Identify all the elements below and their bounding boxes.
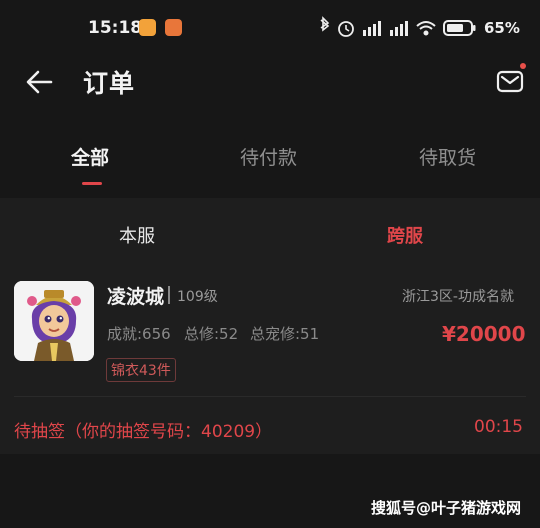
status-bar: 15:18 65%: [0, 0, 540, 56]
countdown-timer: 00:15: [474, 417, 523, 437]
character-name: 凌波城: [107, 286, 165, 308]
stat-pet-cultivation: 总宠修:51: [250, 325, 320, 343]
status-icons: [320, 16, 476, 37]
notification-app-icon-2: [165, 19, 182, 36]
wifi-icon: [416, 21, 436, 36]
outfit-count-badge: 锦衣43件: [106, 358, 176, 382]
page-title: 订单: [83, 69, 136, 98]
name-separator: [168, 286, 170, 304]
signal-icon-2: [390, 21, 408, 36]
character-level: 109级: [177, 289, 218, 305]
stat-achievement: 成就:656: [107, 325, 171, 343]
stat-cultivation: 总修:52: [184, 325, 239, 343]
tab-pending-payment[interactable]: 待付款: [240, 143, 297, 170]
tab-pending-pickup[interactable]: 待取货: [419, 143, 476, 170]
segment-local-server[interactable]: 本服: [119, 222, 155, 248]
battery-percent: 65%: [484, 19, 520, 37]
tab-all[interactable]: 全部: [71, 143, 109, 170]
battery-icon: [443, 20, 476, 36]
divider: [14, 396, 526, 397]
back-arrow-icon[interactable]: [24, 66, 56, 98]
message-icon[interactable]: [495, 66, 525, 96]
server-name: 浙江3区-功成名就: [402, 289, 514, 305]
bluetooth-icon: [320, 16, 330, 32]
signal-icon: [363, 21, 381, 36]
unread-dot: [520, 63, 526, 69]
watermark: 搜狐号@叶子猪游戏网: [371, 499, 522, 517]
order-status: 待抽签（你的抽签号码：40209）: [14, 422, 273, 442]
character-avatar[interactable]: [14, 281, 94, 361]
tab-active-indicator: [82, 182, 102, 185]
order-price: ¥20000: [442, 322, 526, 346]
status-time: 15:18: [88, 18, 143, 38]
segment-cross-server[interactable]: 跨服: [387, 222, 423, 248]
notification-app-icon: [139, 19, 156, 36]
